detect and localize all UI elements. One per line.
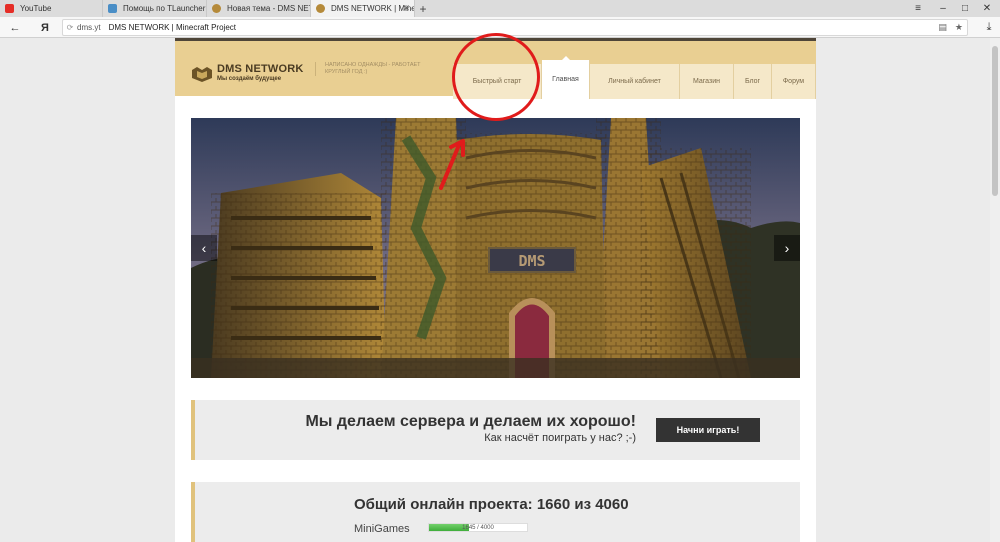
download-icon[interactable]: ⤓ bbox=[980, 19, 998, 36]
logo-subtitle: Мы создаём будущее bbox=[217, 76, 282, 82]
close-tab-icon[interactable]: ✕ bbox=[402, 3, 410, 14]
address-domain: dms.yt bbox=[77, 23, 101, 32]
yandex-icon[interactable]: Я bbox=[36, 19, 54, 36]
browser-tab-dms-network[interactable]: DMS NETWORK | Minecra ✕ bbox=[311, 0, 415, 17]
address-input[interactable]: ⟳ dms.yt DMS NETWORK | Minecraft Project… bbox=[62, 19, 968, 36]
annotation-circle bbox=[452, 33, 540, 121]
tab-title: YouTube bbox=[20, 4, 52, 13]
menu-item-forum[interactable]: Форум bbox=[772, 64, 816, 99]
menu-item-blog[interactable]: Блог bbox=[734, 64, 772, 99]
scrollbar-thumb[interactable] bbox=[992, 46, 998, 196]
browser-tab-youtube[interactable]: YouTube bbox=[0, 0, 103, 17]
server-progress-label: 1645 / 4000 bbox=[462, 524, 494, 531]
menu-item-account[interactable]: Личный кабинет bbox=[590, 64, 680, 99]
menu-item-home[interactable]: Главная bbox=[542, 56, 590, 99]
back-button[interactable]: ← bbox=[6, 19, 24, 36]
hero-slider[interactable]: DMS ‹ › bbox=[191, 118, 800, 378]
browser-tab-bar: YouTube Помощь по TLauncher (Fail Новая … bbox=[0, 0, 1000, 17]
dms-icon bbox=[316, 4, 325, 13]
online-title: Общий онлайн проекта: 1660 из 4060 bbox=[354, 496, 629, 513]
slider-image: DMS bbox=[191, 118, 800, 378]
server-name: MiniGames bbox=[354, 523, 410, 535]
reload-icon[interactable]: ⟳ bbox=[63, 23, 77, 32]
online-block: Общий онлайн проекта: 1660 из 4060 MiniG… bbox=[191, 482, 800, 542]
menu-item-shop[interactable]: Магазин bbox=[680, 64, 734, 99]
bookmark-star-icon[interactable]: ★ bbox=[955, 22, 963, 33]
browser-tab-tlauncher[interactable]: Помощь по TLauncher (Fail bbox=[103, 0, 207, 17]
maximize-icon[interactable]: □ bbox=[955, 0, 975, 17]
slider-sign-text: DMS bbox=[518, 252, 545, 270]
tab-title: Новая тема - DMS NETWOR bbox=[227, 4, 310, 13]
browser-tab-new-topic[interactable]: Новая тема - DMS NETWOR bbox=[207, 0, 311, 17]
server-progress-bar: 1645 / 4000 bbox=[428, 523, 528, 532]
minimize-icon[interactable]: – bbox=[933, 0, 953, 17]
cta-subtitle: Как насчёт поиграть у нас? ;-) bbox=[484, 432, 636, 444]
tlauncher-icon bbox=[108, 4, 117, 13]
reader-icon[interactable]: ▤ bbox=[938, 22, 947, 33]
slider-next-button[interactable]: › bbox=[774, 235, 800, 261]
address-actions: ▤ ★ bbox=[938, 22, 963, 33]
start-playing-button[interactable]: Начни играть! bbox=[656, 418, 760, 442]
cta-block: Мы делаем сервера и делаем их хорошо! Ка… bbox=[191, 400, 800, 460]
new-tab-button[interactable]: + bbox=[415, 0, 431, 17]
logo-title[interactable]: DMS NETWORK bbox=[217, 63, 304, 75]
address-page-title: DMS NETWORK | Minecraft Project bbox=[108, 23, 236, 32]
dms-logo-icon bbox=[192, 67, 212, 82]
slider-prev-button[interactable]: ‹ bbox=[191, 235, 217, 261]
menu-icon[interactable]: ≡ bbox=[908, 0, 928, 17]
youtube-icon bbox=[5, 4, 14, 13]
header-slogan: НАПИСАНО ОДНАЖДЫ - РАБОТАЕТ КРУГЛЫЙ ГОД … bbox=[315, 62, 433, 76]
close-window-icon[interactable]: ✕ bbox=[977, 0, 997, 17]
tab-title: Помощь по TLauncher (Fail bbox=[123, 4, 206, 13]
page-scrollbar[interactable] bbox=[990, 38, 1000, 542]
cta-title: Мы делаем сервера и делаем их хорошо! bbox=[305, 413, 636, 430]
dms-icon bbox=[212, 4, 221, 13]
